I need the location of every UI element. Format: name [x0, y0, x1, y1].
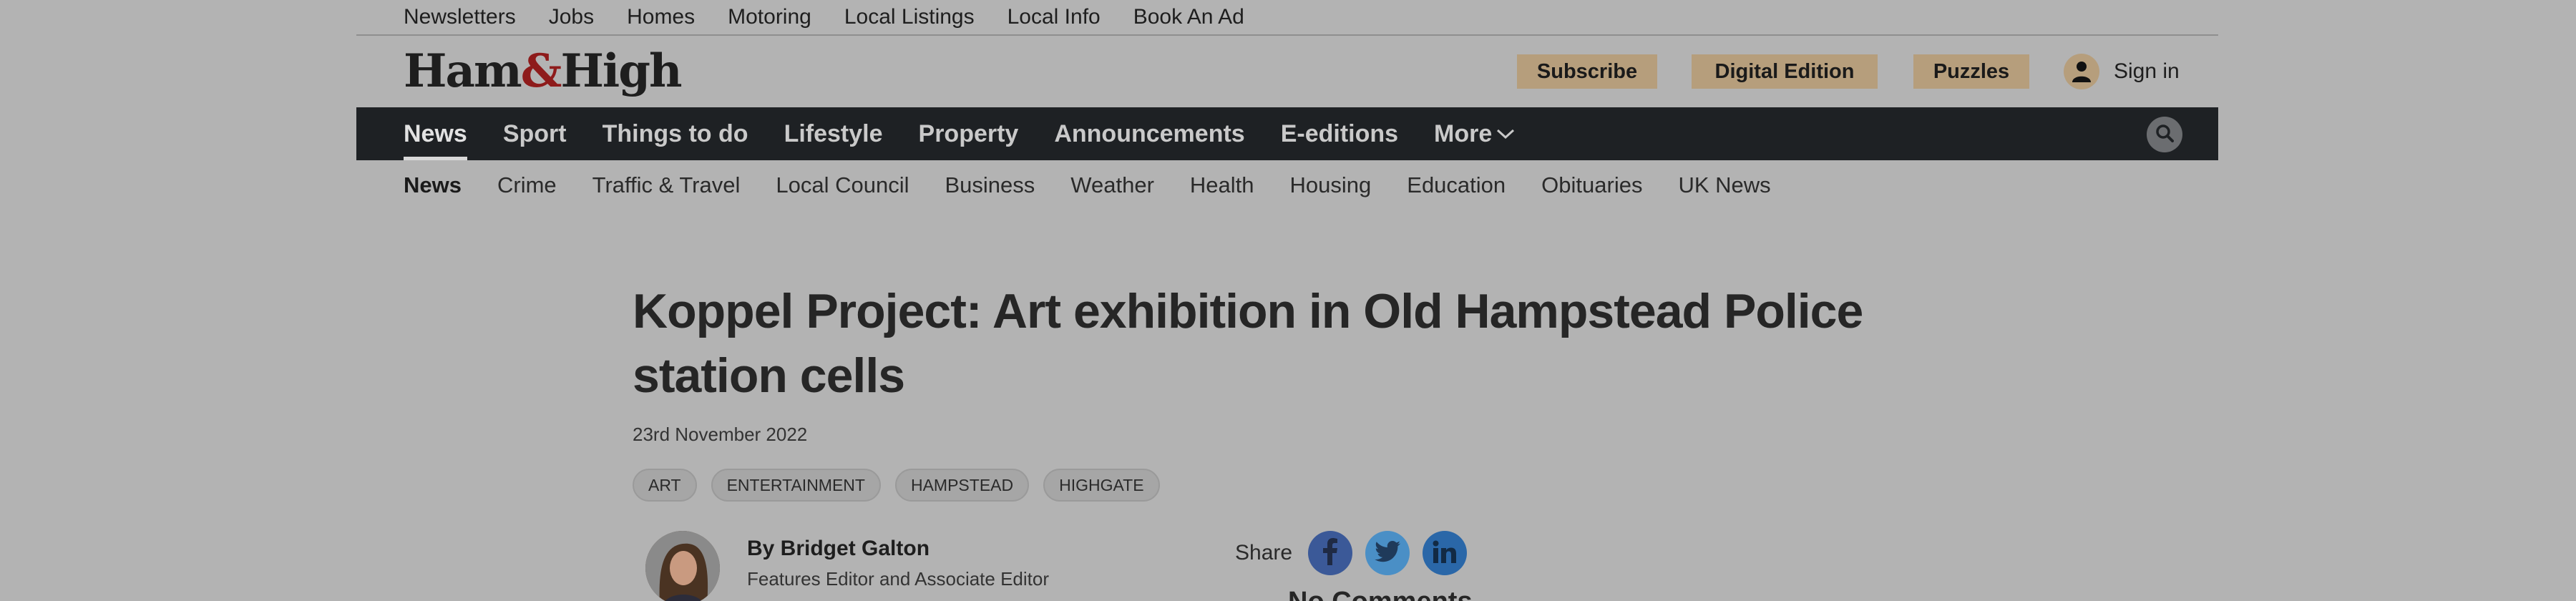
nav-item-more[interactable]: More [1434, 107, 1515, 160]
site-logo[interactable]: Ham&High [404, 44, 683, 99]
linkedin-share-button[interactable] [1423, 531, 1468, 575]
tag-entertainment[interactable]: ENTERTAINMENT [711, 469, 881, 502]
subnav-item-housing[interactable]: Housing [1290, 172, 1372, 198]
share-label: Share [1235, 541, 1293, 565]
sign-in-link[interactable]: Sign in [2064, 53, 2180, 90]
digital-edition-button[interactable]: Digital Edition [1692, 54, 1878, 89]
puzzles-button[interactable]: Puzzles [1913, 54, 2029, 89]
utility-link-homes[interactable]: Homes [627, 5, 695, 29]
twitter-icon [1375, 540, 1401, 566]
utility-link-local-listings[interactable]: Local Listings [844, 5, 975, 29]
tag-hampstead[interactable]: HAMPSTEAD [894, 469, 1030, 502]
main-nav: News Sport Things to do Lifestyle Proper… [356, 107, 2218, 160]
nav-item-e-editions[interactable]: E-editions [1281, 107, 1398, 160]
comments-count[interactable]: No Comments [1288, 587, 1473, 601]
utility-link-local-info[interactable]: Local Info [1008, 5, 1101, 29]
search-icon [2155, 124, 2174, 146]
utility-nav: Newsletters Jobs Homes Motoring Local Li… [356, 0, 2218, 34]
tag-art[interactable]: ART [633, 469, 697, 502]
nav-item-announcements[interactable]: Announcements [1054, 107, 1244, 160]
logo-part-high: High [560, 44, 682, 98]
subnav-item-weather[interactable]: Weather [1070, 172, 1154, 198]
subscribe-button[interactable]: Subscribe [1517, 54, 1657, 89]
sub-nav: News Crime Traffic & Travel Local Counci… [356, 160, 2218, 210]
article-tags: ART ENTERTAINMENT HAMPSTEAD HIGHGATE [633, 469, 1921, 502]
article-date: 23rd November 2022 [633, 424, 808, 445]
subnav-item-obituaries[interactable]: Obituaries [1541, 172, 1642, 198]
nav-item-property[interactable]: Property [919, 107, 1019, 160]
user-icon [2064, 54, 2099, 89]
author-role: Features Editor and Associate Editor [747, 568, 1050, 590]
utility-link-jobs[interactable]: Jobs [549, 5, 594, 29]
subnav-item-health[interactable]: Health [1190, 172, 1254, 198]
share-bar: Share [1235, 531, 1480, 575]
subnav-item-news[interactable]: News [404, 172, 462, 198]
article-headline: Koppel Project: Art exhibition in Old Ha… [633, 284, 1863, 403]
nav-item-lifestyle[interactable]: Lifestyle [784, 107, 883, 160]
utility-bar: Newsletters Jobs Homes Motoring Local Li… [356, 0, 2218, 36]
nav-item-more-label: More [1434, 119, 1493, 147]
chevron-down-icon [1496, 127, 1515, 140]
twitter-share-button[interactable] [1365, 531, 1410, 575]
nav-item-news[interactable]: News [404, 107, 467, 160]
masthead: Ham&High Subscribe Digital Edition Puzzl… [356, 36, 2218, 107]
subnav-item-business[interactable]: Business [945, 172, 1035, 198]
utility-link-motoring[interactable]: Motoring [728, 5, 811, 29]
nav-item-sport[interactable]: Sport [503, 107, 567, 160]
subnav-item-traffic-travel[interactable]: Traffic & Travel [592, 172, 741, 198]
author-avatar[interactable] [645, 531, 720, 601]
facebook-icon [1322, 537, 1338, 569]
utility-link-book-an-ad[interactable]: Book An Ad [1133, 5, 1244, 29]
logo-ampersand: & [520, 44, 562, 98]
nav-item-things-to-do[interactable]: Things to do [602, 107, 748, 160]
linkedin-icon [1433, 540, 1457, 567]
search-button[interactable] [2147, 117, 2182, 152]
author-name[interactable]: By Bridget Galton [747, 537, 930, 561]
subnav-item-education[interactable]: Education [1407, 172, 1506, 198]
subnav-item-local-council[interactable]: Local Council [776, 172, 909, 198]
article: Koppel Project: Art exhibition in Old Ha… [633, 279, 1921, 601]
subnav-item-crime[interactable]: Crime [497, 172, 557, 198]
tag-highgate[interactable]: HIGHGATE [1043, 469, 1160, 502]
logo-part-ham: Ham [404, 44, 522, 98]
facebook-share-button[interactable] [1308, 531, 1353, 575]
byline: By Bridget Galton Features Editor and As… [633, 531, 1921, 601]
subnav-item-uk-news[interactable]: UK News [1678, 172, 1770, 198]
sign-in-label: Sign in [2114, 59, 2180, 83]
utility-link-newsletters[interactable]: Newsletters [404, 5, 516, 29]
